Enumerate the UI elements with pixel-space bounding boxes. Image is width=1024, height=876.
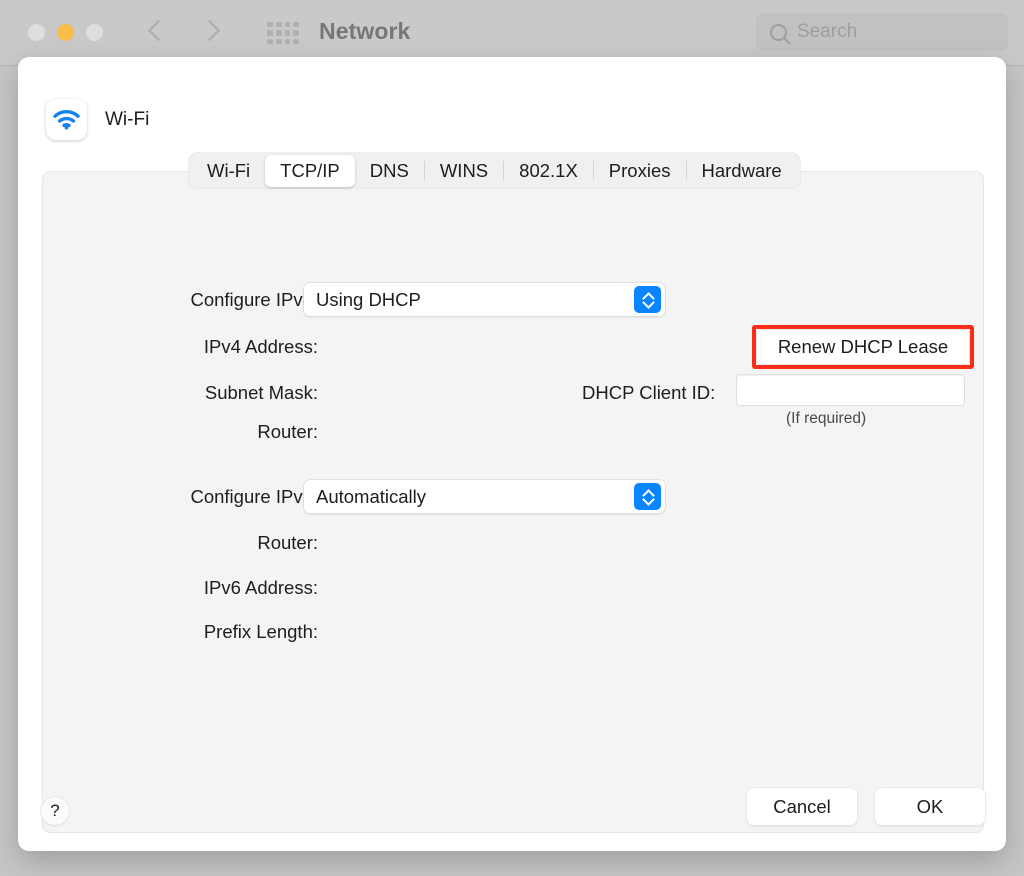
prefix-length-label: Prefix Length:: [103, 621, 318, 643]
ipv6-address-label: IPv6 Address:: [103, 577, 318, 599]
ipv6-router-label: Router:: [103, 532, 318, 554]
grid-view-icon[interactable]: [267, 22, 299, 44]
subnet-mask-label: Subnet Mask:: [103, 382, 318, 404]
screen: Network Search Wi-Fi Wi-Fi TCP/IP DNS: [0, 0, 1024, 876]
chevron-updown-icon[interactable]: [634, 483, 661, 510]
configure-ipv4-label: Configure IPv4:: [103, 289, 318, 311]
minimize-window-button[interactable]: [57, 24, 74, 41]
dhcp-client-id-input[interactable]: [737, 375, 964, 405]
configure-ipv6-value: Automatically: [316, 486, 426, 508]
tab-proxies[interactable]: Proxies: [594, 155, 686, 187]
tab-wifi[interactable]: Wi-Fi: [192, 155, 265, 187]
tab-8021x[interactable]: 802.1X: [504, 155, 593, 187]
ok-button[interactable]: OK: [875, 788, 985, 825]
ipv4-router-label: Router:: [103, 421, 318, 443]
cancel-button[interactable]: Cancel: [747, 788, 857, 825]
navigation-arrows: [148, 16, 218, 44]
configure-ipv6-label: Configure IPv6:: [103, 486, 318, 508]
page-title: Network: [319, 18, 410, 45]
chevron-updown-icon[interactable]: [634, 286, 661, 313]
dhcp-client-id-hint: (If required): [786, 410, 866, 428]
configure-ipv4-dropdown[interactable]: Using DHCP: [304, 283, 665, 316]
forward-icon[interactable]: [202, 16, 218, 44]
service-name-label: Wi-Fi: [105, 109, 149, 131]
dhcp-client-id-label: DHCP Client ID:: [582, 382, 715, 404]
configure-ipv6-dropdown[interactable]: Automatically: [304, 480, 665, 513]
search-placeholder: Search: [797, 21, 857, 43]
wifi-icon: [46, 99, 87, 140]
back-icon[interactable]: [148, 16, 164, 44]
renew-dhcp-lease-button[interactable]: Renew DHCP Lease: [756, 329, 970, 365]
renew-dhcp-lease-highlight: Renew DHCP Lease: [752, 325, 974, 369]
close-window-button[interactable]: [28, 24, 45, 41]
configure-ipv4-value: Using DHCP: [316, 289, 421, 311]
tab-dns[interactable]: DNS: [355, 155, 424, 187]
search-field[interactable]: Search: [756, 13, 1008, 51]
settings-tab-bar: Wi-Fi TCP/IP DNS WINS 802.1X Proxies Har…: [189, 153, 800, 188]
ipv4-address-label: IPv4 Address:: [103, 336, 318, 358]
sheet-footer-buttons: Cancel OK: [747, 788, 985, 825]
search-icon: [770, 24, 787, 41]
tab-wins[interactable]: WINS: [425, 155, 503, 187]
network-settings-sheet: Wi-Fi Wi-Fi TCP/IP DNS WINS 802.1X Proxi…: [18, 57, 1006, 851]
tab-hardware[interactable]: Hardware: [687, 155, 797, 187]
zoom-window-button[interactable]: [86, 24, 103, 41]
tab-tcpip[interactable]: TCP/IP: [265, 155, 355, 187]
traffic-light-buttons: [28, 24, 103, 41]
tcpip-settings-panel: Configure IPv4: Using DHCP IPv4 Address:…: [42, 171, 984, 833]
sheet-header: Wi-Fi: [46, 99, 149, 140]
tcpip-form: Configure IPv4: Using DHCP IPv4 Address:…: [43, 172, 985, 834]
help-button[interactable]: ?: [41, 797, 69, 825]
